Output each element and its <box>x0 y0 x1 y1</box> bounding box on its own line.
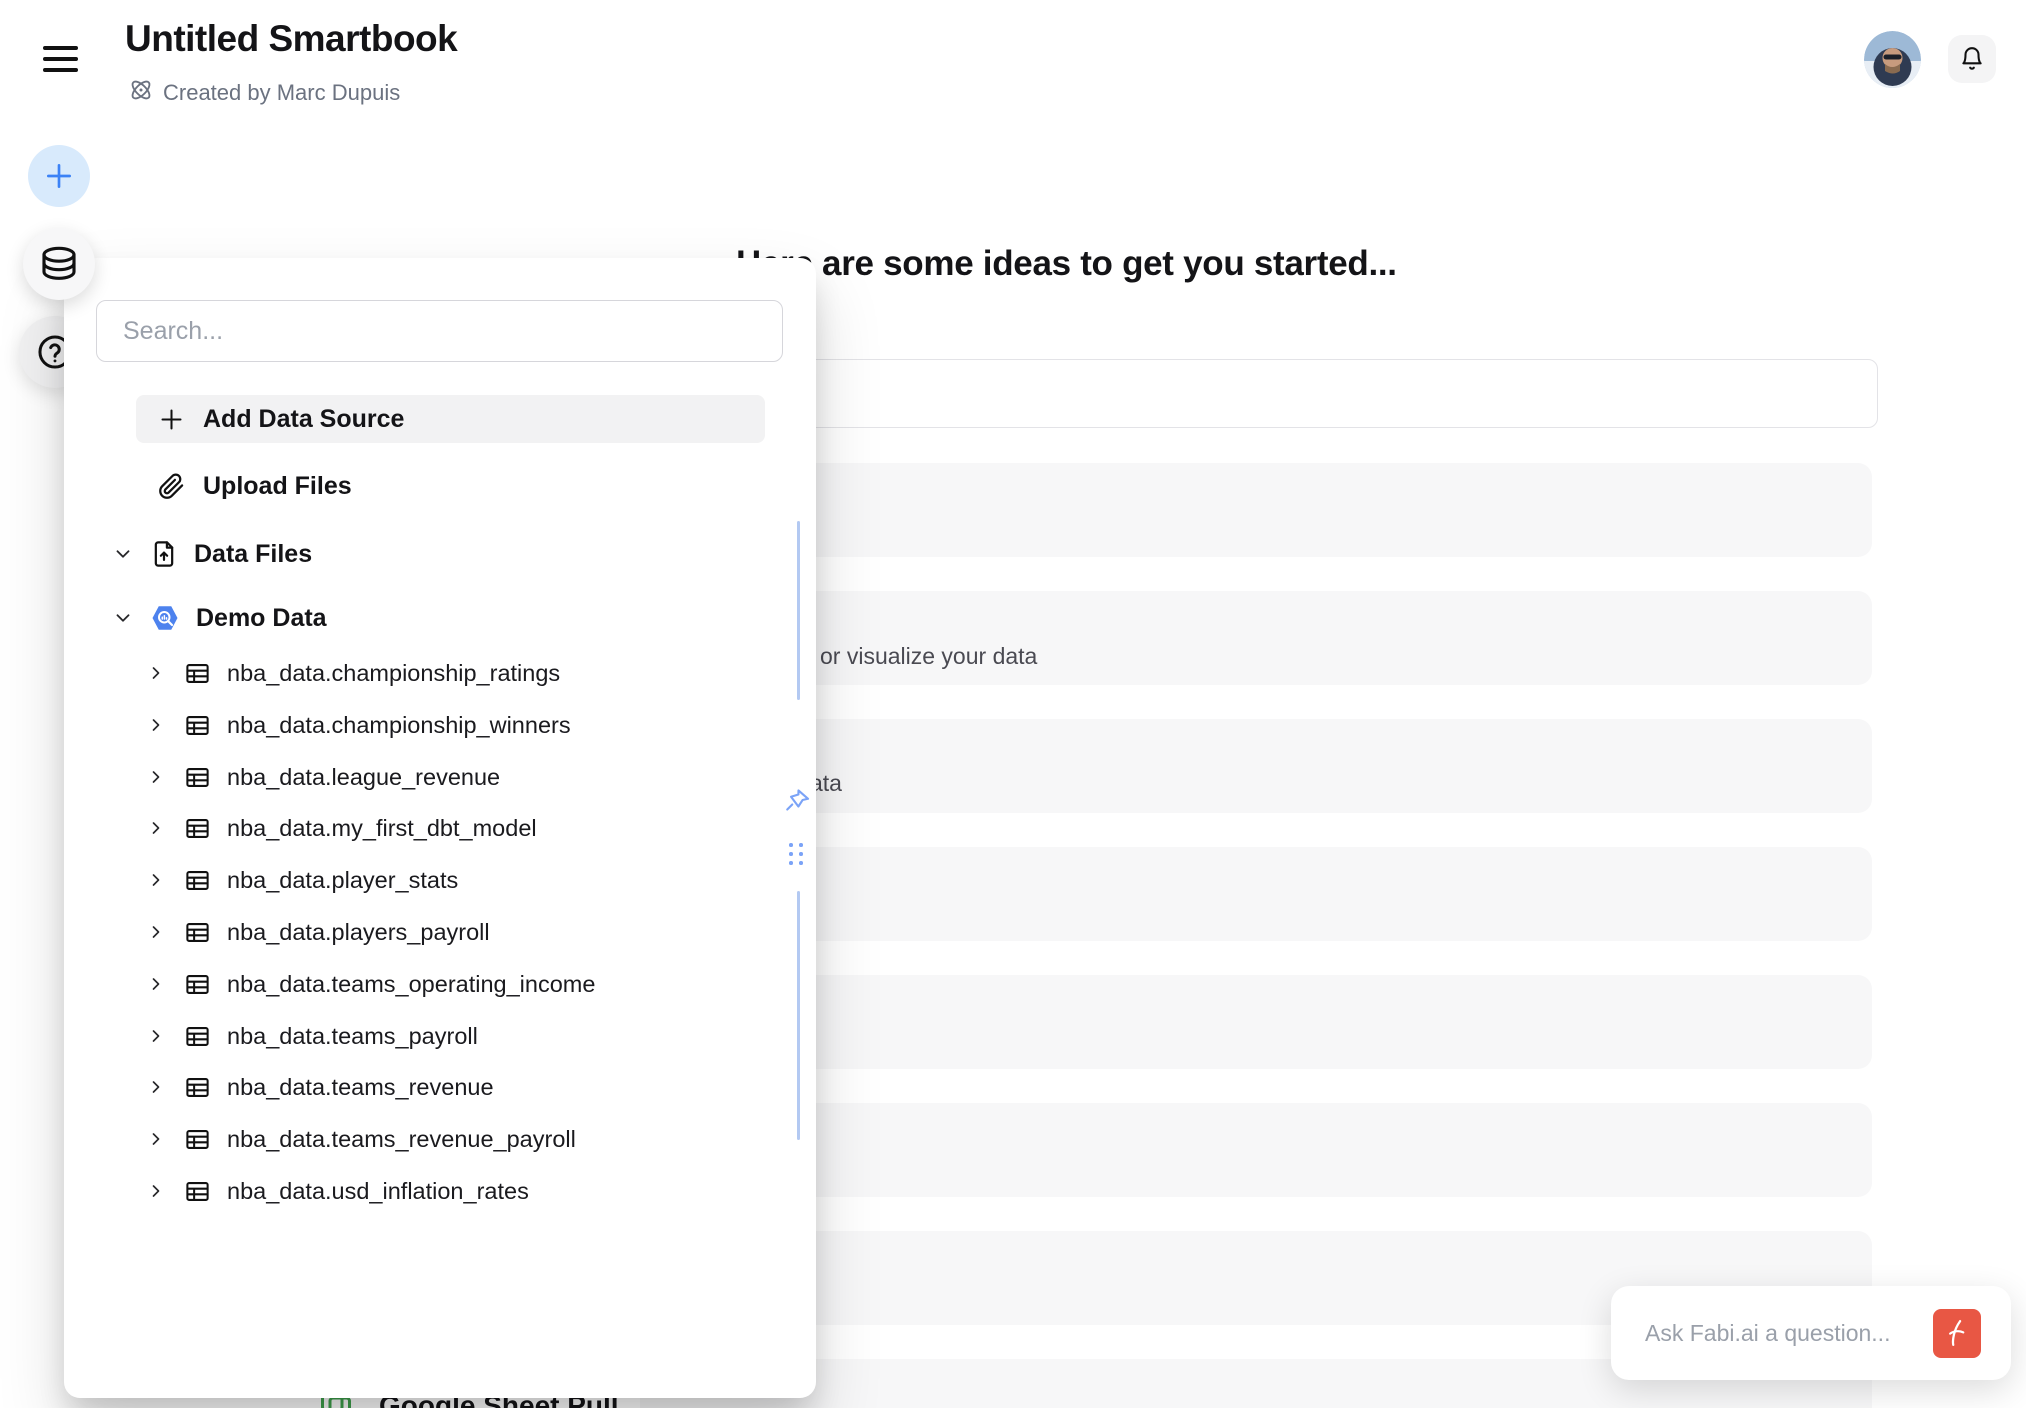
plus-icon <box>158 406 185 433</box>
pin-panel-icon[interactable] <box>782 786 812 821</box>
idea-card-text: or visualize your data <box>820 643 1037 670</box>
chevron-right-icon[interactable] <box>146 974 166 994</box>
ask-fabi-placeholder: Ask Fabi.ai a question... <box>1645 1320 1933 1347</box>
chevron-right-icon[interactable] <box>146 663 166 683</box>
table-icon <box>184 1023 211 1050</box>
add-data-source-button[interactable]: Add Data Source <box>136 395 765 443</box>
data-sources-button[interactable] <box>23 228 95 300</box>
chevron-right-icon[interactable] <box>146 1181 166 1201</box>
table-icon <box>184 1126 211 1153</box>
table-icon <box>184 815 211 842</box>
hamburger-menu-icon[interactable] <box>43 46 78 73</box>
upload-files-label: Upload Files <box>203 472 352 501</box>
table-name: nba_data.teams_revenue_payroll <box>227 1126 576 1153</box>
file-upload-icon <box>150 540 178 568</box>
group-demo-data[interactable]: Demo Data <box>104 594 327 642</box>
panel-scrollbar[interactable] <box>797 891 800 1140</box>
table-name: nba_data.teams_revenue <box>227 1074 494 1101</box>
table-icon <box>184 919 211 946</box>
search-input[interactable] <box>96 300 783 362</box>
chevron-down-icon[interactable] <box>112 607 134 629</box>
add-data-source-label: Add Data Source <box>203 405 404 434</box>
add-cell-button[interactable] <box>28 145 90 207</box>
chevron-right-icon[interactable] <box>146 870 166 890</box>
user-avatar[interactable] <box>1864 31 1921 88</box>
chevron-right-icon[interactable] <box>146 1129 166 1149</box>
paperclip-icon <box>158 473 185 500</box>
table-name: nba_data.my_first_dbt_model <box>227 815 537 842</box>
data-sources-panel: Add Data Source Upload Files Data Files <box>64 258 816 1398</box>
notifications-button[interactable] <box>1948 35 1996 83</box>
table-icon <box>184 1178 211 1205</box>
table-icon <box>184 712 211 739</box>
page-title: Untitled Smartbook <box>125 18 457 60</box>
idea-card[interactable] <box>640 975 1872 1069</box>
table-name: nba_data.teams_operating_income <box>227 971 595 998</box>
created-by-row: Created by Marc Dupuis <box>128 77 400 109</box>
table-icon <box>184 867 211 894</box>
bell-icon <box>1959 46 1985 72</box>
table-name: nba_data.championship_ratings <box>227 660 560 687</box>
chevron-right-icon[interactable] <box>146 1026 166 1046</box>
table-icon <box>184 660 211 687</box>
chevron-right-icon[interactable] <box>146 715 166 735</box>
ask-submit-button[interactable] <box>1933 1309 1981 1358</box>
prompt-input-box[interactable] <box>640 359 1878 428</box>
table-name: nba_data.players_payroll <box>227 919 490 946</box>
panel-scrollbar[interactable] <box>797 521 800 700</box>
chevron-right-icon[interactable] <box>146 767 166 787</box>
idea-card[interactable] <box>640 463 1872 557</box>
ideas-heading: Here are some ideas to get you started..… <box>736 244 1397 284</box>
bigquery-icon <box>150 603 180 633</box>
app-root: Untitled Smartbook Created by Marc Dupui… <box>0 0 2026 1408</box>
chevron-right-icon[interactable] <box>146 922 166 942</box>
group-label: Demo Data <box>196 604 327 633</box>
chevron-right-icon[interactable] <box>146 818 166 838</box>
table-icon <box>184 971 211 998</box>
database-icon <box>39 244 79 284</box>
idea-card[interactable] <box>640 1103 1872 1197</box>
drag-handle-icon[interactable] <box>789 843 806 867</box>
table-icon <box>184 1074 211 1101</box>
table-name: nba_data.league_revenue <box>227 764 500 791</box>
chevron-down-icon[interactable] <box>112 543 134 565</box>
group-label: Data Files <box>194 540 312 569</box>
table-name: nba_data.usd_inflation_rates <box>227 1178 529 1205</box>
fabi-bolt-icon <box>1942 1318 1972 1348</box>
chevron-right-icon[interactable] <box>146 1077 166 1097</box>
table-icon <box>184 764 211 791</box>
table-name: nba_data.teams_payroll <box>227 1023 478 1050</box>
table-name: nba_data.championship_winners <box>227 712 571 739</box>
plus-icon <box>43 160 75 192</box>
created-by-text: Created by Marc Dupuis <box>163 80 400 106</box>
idea-card[interactable] <box>640 591 1872 685</box>
idea-card[interactable] <box>640 719 1872 813</box>
atom-icon <box>128 77 154 109</box>
table-name: nba_data.player_stats <box>227 867 458 894</box>
idea-card[interactable] <box>640 847 1872 941</box>
group-data-files[interactable]: Data Files <box>104 530 312 578</box>
upload-files-button[interactable]: Upload Files <box>136 462 765 510</box>
ask-fabi-bar[interactable]: Ask Fabi.ai a question... <box>1611 1286 2011 1380</box>
